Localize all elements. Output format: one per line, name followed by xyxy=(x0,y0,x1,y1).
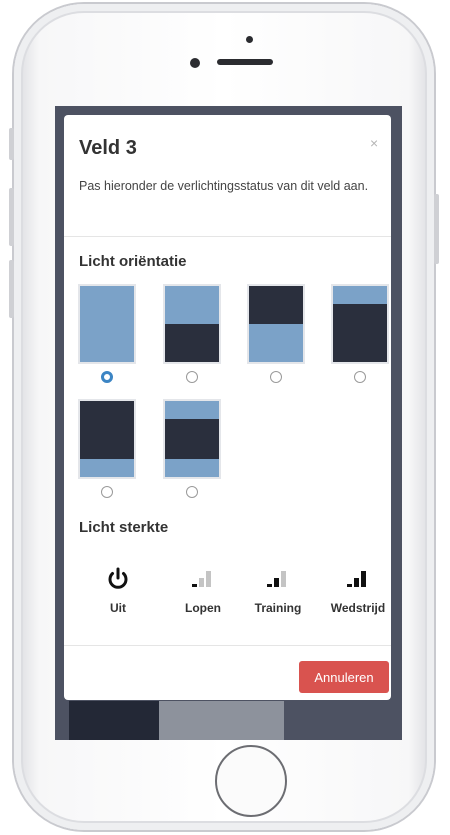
orientation-radio-top-bottom-strips[interactable] xyxy=(186,486,198,498)
orientation-radio-bottom-strip[interactable] xyxy=(101,486,113,498)
orientation-radio-top-half[interactable] xyxy=(186,371,198,383)
strength-option-training[interactable]: Training xyxy=(246,567,310,623)
power-button xyxy=(434,194,439,264)
phone-screen: Veld 3 × Pas hieronder de verlichtingsst… xyxy=(55,106,402,740)
orientation-option-bottom-strip[interactable] xyxy=(78,399,136,499)
proximity-sensor xyxy=(246,36,253,43)
front-camera xyxy=(190,58,200,68)
orientation-radio-bottom-half[interactable] xyxy=(270,371,282,383)
modal-title: Veld 3 xyxy=(79,137,137,159)
modal-description: Pas hieronder de verlichtingsstatus van … xyxy=(79,179,369,193)
mute-switch xyxy=(9,128,14,160)
orientation-option-full[interactable] xyxy=(78,284,136,384)
cancel-button[interactable]: Annuleren xyxy=(299,661,389,693)
strength-option-uit[interactable]: Uit xyxy=(86,567,150,623)
orientation-swatch xyxy=(163,284,221,364)
footer-divider xyxy=(64,645,391,646)
signal-medium-icon xyxy=(264,567,292,591)
orientation-swatch xyxy=(331,284,389,364)
orientation-swatch xyxy=(247,284,305,364)
signal-high-icon xyxy=(344,567,372,591)
orientation-option-top-strip[interactable] xyxy=(331,284,389,384)
header-divider xyxy=(64,236,391,237)
orientation-option-bottom-half[interactable] xyxy=(247,284,305,384)
orientation-swatch xyxy=(78,284,136,364)
background-tile-light xyxy=(159,701,284,740)
orientation-heading: Licht oriëntatie xyxy=(79,253,187,270)
field-lighting-modal: Veld 3 × Pas hieronder de verlichtingsst… xyxy=(64,115,391,700)
strength-label-lopen: Lopen xyxy=(185,601,221,615)
strength-label-training: Training xyxy=(254,601,302,615)
orientation-swatch xyxy=(78,399,136,479)
orientation-radio-top-strip[interactable] xyxy=(354,371,366,383)
home-button[interactable] xyxy=(215,745,287,817)
volume-down-button xyxy=(9,260,14,318)
earpiece-speaker xyxy=(217,59,273,65)
strength-option-lopen[interactable]: Lopen xyxy=(171,567,235,623)
orientation-swatch xyxy=(163,399,221,479)
volume-up-button xyxy=(9,188,14,246)
signal-low-icon xyxy=(189,567,217,591)
strength-label-wedstrijd: Wedstrijd xyxy=(330,601,386,615)
orientation-radio-full[interactable] xyxy=(101,371,113,383)
orientation-option-top-bottom-strips[interactable] xyxy=(163,399,221,499)
orientation-option-top-half[interactable] xyxy=(163,284,221,384)
close-icon[interactable]: × xyxy=(370,135,378,151)
strength-option-wedstrijd[interactable]: Wedstrijd xyxy=(326,567,390,623)
strength-label-uit: Uit xyxy=(110,601,126,615)
strength-heading: Licht sterkte xyxy=(79,519,169,536)
power-icon xyxy=(104,567,132,591)
background-tile-dark xyxy=(69,701,159,740)
